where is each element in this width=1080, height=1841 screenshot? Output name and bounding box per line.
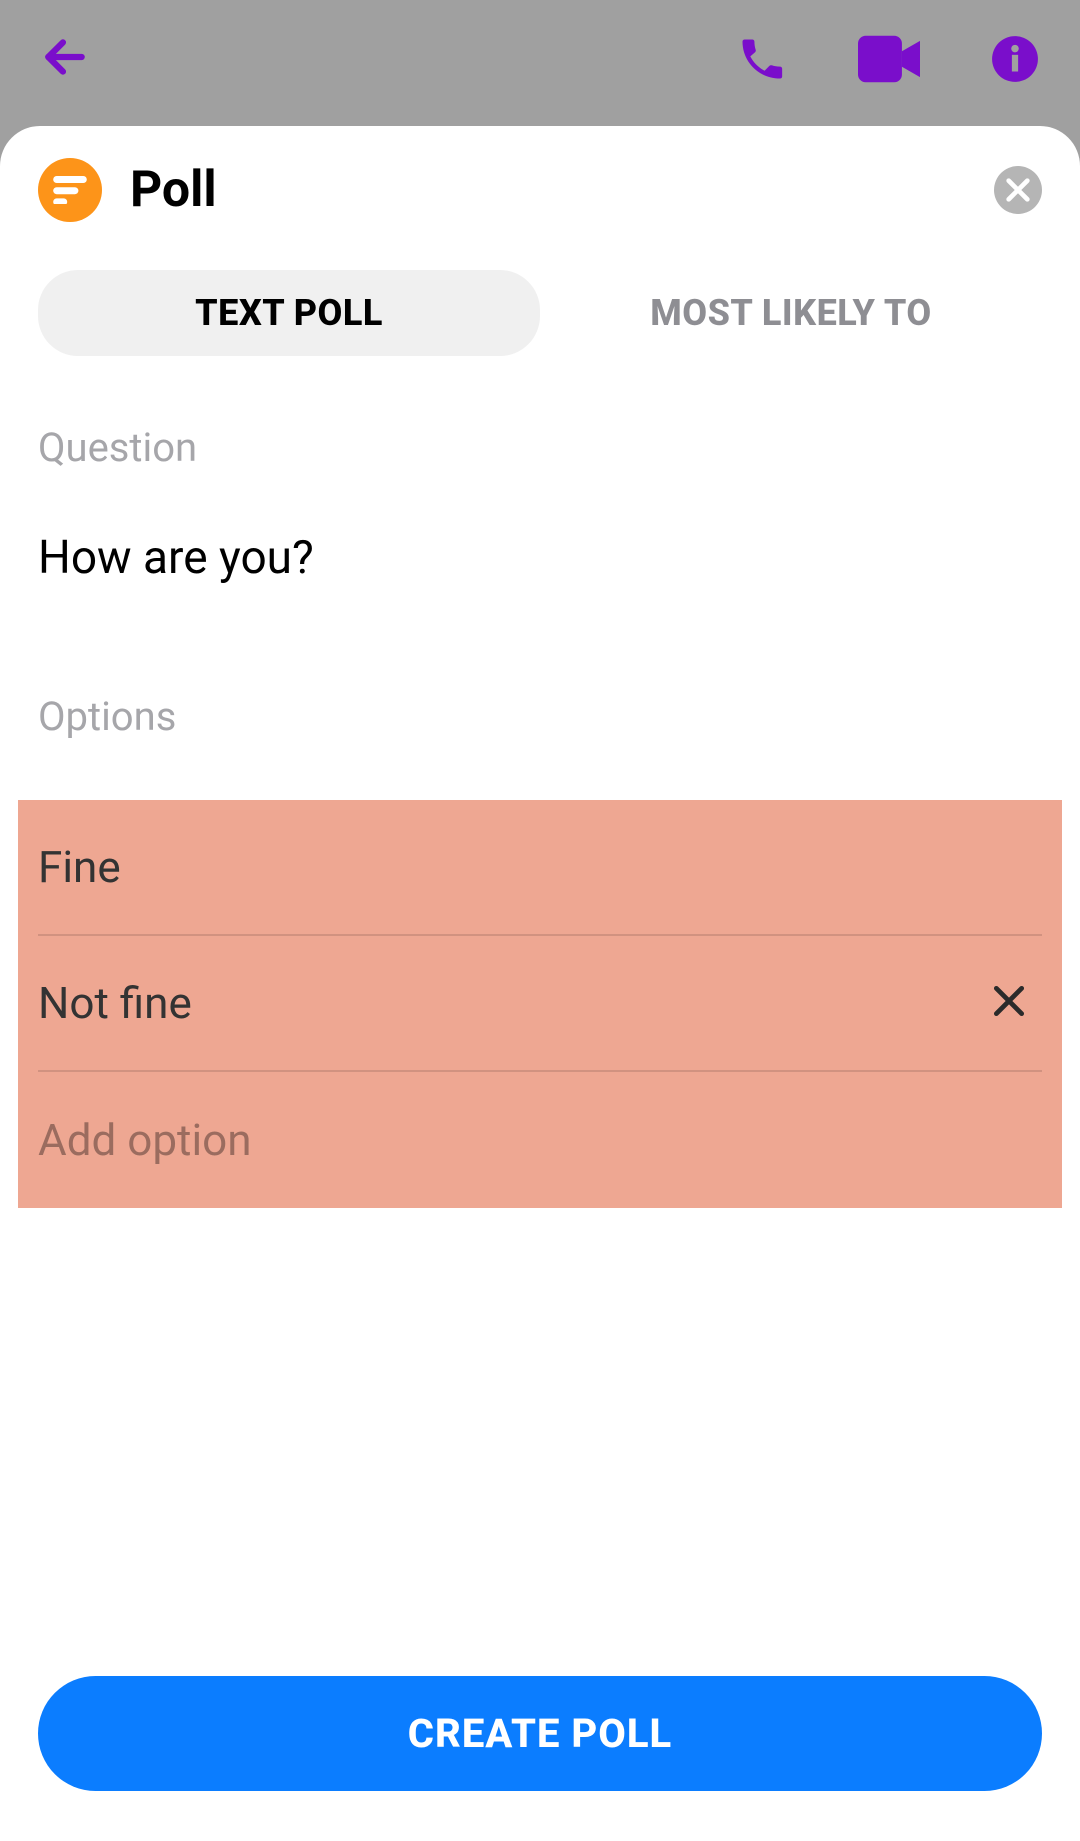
option-input-1[interactable] — [38, 841, 1042, 893]
question-input[interactable] — [38, 531, 1042, 585]
remove-option-button[interactable] — [976, 975, 1042, 1032]
video-call-button[interactable] — [858, 35, 920, 83]
back-button[interactable] — [40, 32, 90, 86]
sheet-header: Poll — [38, 158, 1042, 222]
tab-most-likely-to[interactable]: MOST LIKELY TO — [540, 270, 1042, 356]
info-button[interactable] — [990, 34, 1040, 84]
poll-icon — [38, 158, 102, 222]
create-poll-button[interactable]: CREATE POLL — [38, 1676, 1042, 1791]
options-label: Options — [38, 693, 1042, 740]
audio-call-button[interactable] — [736, 33, 788, 85]
question-label: Question — [38, 424, 1042, 471]
add-option-input[interactable] — [38, 1114, 1042, 1166]
poll-type-tabs: TEXT POLL MOST LIKELY TO — [38, 270, 1042, 356]
poll-sheet: Poll TEXT POLL MOST LIKELY TO Question O… — [0, 126, 1080, 1841]
close-button[interactable] — [994, 166, 1042, 214]
chat-top-bar — [0, 0, 1080, 118]
options-list-highlight — [18, 800, 1062, 1208]
option-row[interactable] — [38, 936, 1042, 1072]
option-row[interactable] — [38, 800, 1042, 936]
option-input-2[interactable] — [38, 977, 976, 1029]
sheet-title: Poll — [130, 161, 217, 219]
option-row-add[interactable] — [38, 1072, 1042, 1208]
question-row[interactable] — [38, 531, 1042, 585]
tab-text-poll[interactable]: TEXT POLL — [38, 270, 540, 356]
